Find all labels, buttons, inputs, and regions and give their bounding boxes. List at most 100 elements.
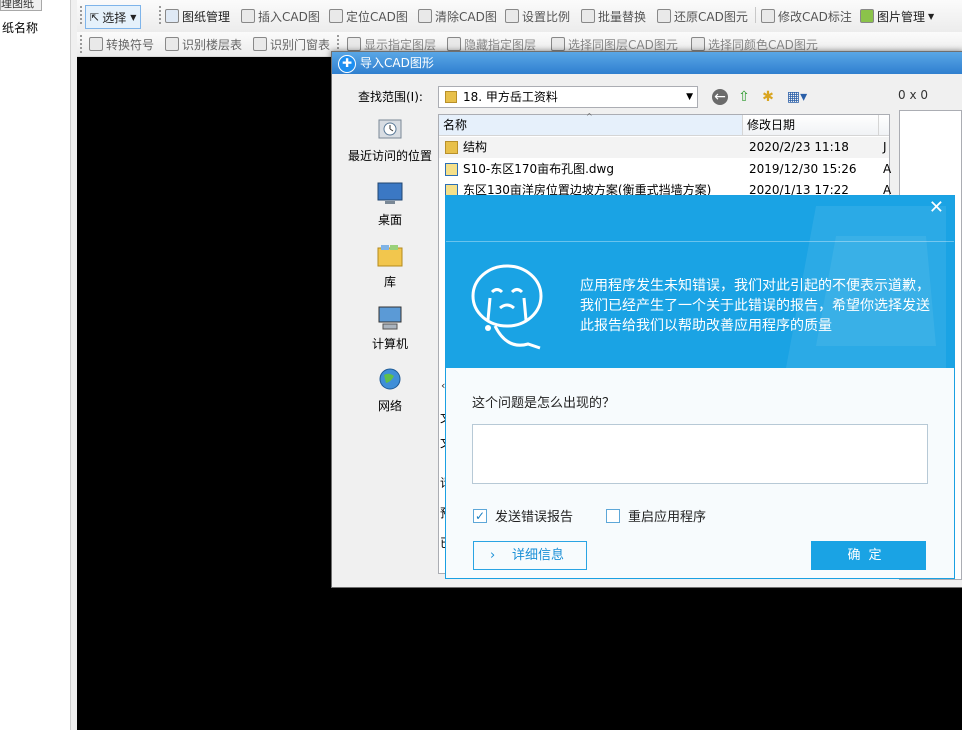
error-message: 应用程序发生未知错误，我们对此引起的不便表示道歉，我们已经产生了一个关于此错误的…	[580, 278, 930, 334]
file-row[interactable]: S10-东区170亩布孔图.dwg 2019/12/30 15:26 A	[439, 159, 892, 180]
place-computer[interactable]: 计算机	[342, 304, 438, 352]
file-date: 2020/2/23 11:18	[749, 140, 849, 154]
toolbar-grip[interactable]	[80, 35, 85, 53]
hide-layer-label: 隐藏指定图层	[464, 37, 537, 52]
computer-icon	[378, 306, 402, 330]
desktop-icon	[377, 182, 403, 204]
place-recent[interactable]: 最近访问的位置	[342, 116, 438, 164]
select-color-label: 选择同颜色CAD图元	[708, 37, 818, 52]
chevron-down-icon: ▼	[686, 92, 693, 102]
convert-symbol-button[interactable]: 转换符号	[89, 32, 154, 56]
toolbar-divider	[755, 7, 756, 23]
clear-cad-label: 清除CAD图	[435, 9, 497, 24]
floor-table-icon	[165, 37, 179, 51]
dialog-title: 导入CAD图形	[360, 56, 434, 70]
edit-annotation-icon	[761, 9, 775, 23]
column-date[interactable]: 修改日期	[743, 115, 879, 135]
details-button-label: 详细信息	[512, 548, 565, 563]
file-row[interactable]: 结构 2020/2/23 11:18 J	[439, 137, 889, 158]
details-button[interactable]: › 详细信息	[473, 541, 587, 570]
restart-app-label: 重启应用程序	[628, 510, 707, 525]
restore-cad-icon	[657, 9, 671, 23]
locate-cad-button[interactable]: 定位CAD图	[329, 0, 408, 32]
folder-icon	[445, 141, 458, 154]
lookin-value: 18. 甲方岳工资料	[463, 90, 558, 104]
batch-replace-button[interactable]: 批量替换	[581, 0, 646, 32]
drawing-list-panel: 理图纸 纸名称	[0, 0, 71, 730]
error-question: 这个问题是怎么出现的？	[472, 396, 616, 411]
batch-replace-icon	[581, 9, 595, 23]
file-type-truncated: A	[883, 162, 892, 176]
ok-button[interactable]: 确定	[811, 541, 926, 570]
image-manage-button[interactable]: 图片管理 ▼	[860, 0, 934, 32]
sort-indicator-icon: ^	[586, 112, 593, 121]
send-report-checkbox[interactable]: ✓ 发送错误报告	[473, 506, 573, 525]
drawing-manage-button[interactable]: 图纸管理	[165, 0, 230, 32]
error-description-input[interactable]	[472, 424, 928, 484]
folder-icon	[445, 91, 457, 103]
view-menu-icon[interactable]: ▦▾	[784, 89, 810, 105]
place-computer-label: 计算机	[371, 337, 408, 351]
select-button[interactable]: ⇱ 选择 ▼	[85, 5, 142, 29]
scale-button[interactable]: 设置比例	[505, 0, 570, 32]
floor-table-button[interactable]: 识别楼层表	[165, 32, 242, 56]
place-library[interactable]: 库	[342, 242, 438, 290]
restart-app-checkbox[interactable]: 重启应用程序	[606, 506, 706, 525]
cursor-icon: ⇱	[90, 10, 100, 24]
panel-tab[interactable]: 理图纸	[0, 0, 42, 11]
dialog-titlebar[interactable]: ✚ 导入CAD图形	[332, 52, 962, 74]
door-window-label: 识别门窗表	[270, 37, 331, 52]
edit-annotation-button[interactable]: 修改CAD标注	[761, 0, 852, 32]
dwg-file-icon	[445, 163, 458, 176]
locate-cad-label: 定位CAD图	[346, 9, 408, 24]
restore-cad-button[interactable]: 还原CAD图元	[657, 0, 748, 32]
insert-cad-button[interactable]: 插入CAD图	[241, 0, 320, 32]
select-layer-label: 选择同图层CAD图元	[568, 37, 678, 52]
library-icon	[377, 245, 403, 267]
crying-mascot-icon	[471, 264, 543, 350]
file-name: S10-东区170亩布孔图.dwg	[463, 162, 614, 176]
back-icon[interactable]: ←	[712, 89, 728, 105]
select-button-label: 选择	[102, 10, 127, 25]
place-desktop-label: 桌面	[377, 213, 402, 227]
place-network[interactable]: 网络	[342, 366, 438, 414]
up-folder-icon[interactable]: ⇧	[736, 89, 752, 105]
empty-checkbox-icon	[606, 508, 620, 523]
file-type-truncated: J	[883, 140, 887, 154]
door-window-icon	[253, 37, 267, 51]
scale-label: 设置比例	[522, 9, 571, 24]
place-library-label: 库	[383, 275, 396, 289]
network-icon	[379, 368, 401, 390]
chevron-right-icon: ›	[490, 548, 496, 563]
insert-cad-icon	[241, 9, 255, 23]
new-folder-icon[interactable]: ✱	[760, 89, 776, 105]
lookin-dropdown[interactable]: 18. 甲方岳工资料 ▼	[438, 86, 698, 108]
convert-symbol-label: 转换符号	[106, 37, 155, 52]
select-layer-icon	[551, 37, 565, 51]
place-desktop[interactable]: 桌面	[342, 180, 438, 228]
chevron-down-icon[interactable]: ▼	[928, 12, 934, 21]
clear-cad-icon	[418, 9, 432, 23]
drawing-manage-label: 图纸管理	[182, 9, 231, 24]
show-layer-icon	[347, 37, 361, 51]
file-name: 结构	[463, 140, 488, 154]
chevron-down-icon[interactable]: ▼	[130, 13, 136, 22]
file-list-header: 名称 ^ 修改日期	[439, 112, 889, 136]
column-header-drawing-name[interactable]: 纸名称	[0, 18, 38, 38]
scale-icon	[505, 9, 519, 23]
floor-table-label: 识别楼层表	[182, 37, 243, 52]
preview-size: 0 x 0	[898, 88, 928, 102]
door-window-button[interactable]: 识别门窗表	[253, 32, 330, 56]
batch-replace-label: 批量替换	[598, 9, 647, 24]
checkmark-icon: ✓	[473, 508, 487, 523]
close-icon[interactable]: ✕	[929, 198, 944, 218]
edit-annotation-label: 修改CAD标注	[778, 9, 852, 24]
place-recent-label: 最近访问的位置	[347, 149, 432, 163]
image-manage-label: 图片管理	[877, 9, 926, 24]
convert-symbol-icon	[89, 37, 103, 51]
file-date: 2019/12/30 15:26	[749, 162, 857, 176]
locate-cad-icon	[329, 9, 343, 23]
clear-cad-button[interactable]: 清除CAD图	[418, 0, 497, 32]
toolbar-grip[interactable]	[159, 6, 164, 24]
drawing-manage-icon	[165, 9, 179, 23]
